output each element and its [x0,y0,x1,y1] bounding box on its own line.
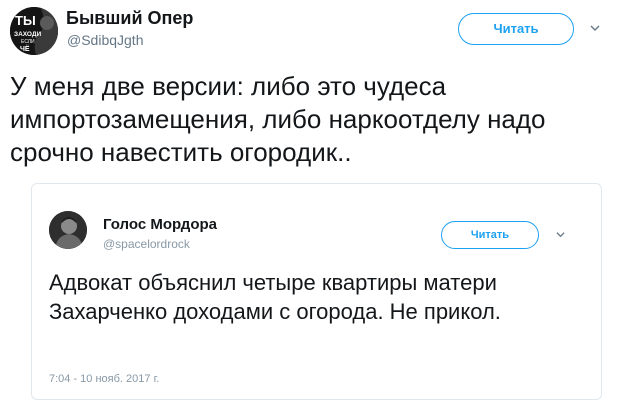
avatar-text-2: ЗАХОДИ [14,31,42,38]
quoted-avatar-image [49,211,87,249]
follow-button[interactable]: Читать [458,13,574,45]
avatar-text-4: ЧЁ [20,45,30,53]
quoted-tweet-card[interactable]: Голос Мордора @spacelordrock Читать Адво… [31,183,602,400]
chevron-down-icon[interactable] [556,230,565,239]
author-avatar[interactable]: ТЫ ЗАХОДИ ЕСЛИ ЧЁ [10,7,58,55]
quoted-follow-button[interactable]: Читать [441,221,539,249]
chevron-down-icon[interactable] [590,23,600,33]
quoted-tweet-text: Адвокат объяснил четыре квартиры матери … [49,270,501,324]
avatar-text-1: ТЫ [15,13,36,28]
avatar-text-3: ЕСЛИ [21,39,35,45]
tweet-text: У меня две версии: либо это чудеса импор… [10,71,546,167]
quoted-author-name[interactable]: Голос Мордора [103,216,217,233]
author-handle[interactable]: @SdibqJgth [67,32,143,48]
author-name[interactable]: Бывший Опер [66,8,193,29]
quoted-author-avatar[interactable] [49,211,87,249]
quoted-tweet-timestamp[interactable]: 7:04 - 10 нояб. 2017 г. [49,373,159,385]
quoted-author-handle[interactable]: @spacelordrock [103,237,190,251]
avatar-image: ТЫ ЗАХОДИ ЕСЛИ ЧЁ [10,7,58,55]
